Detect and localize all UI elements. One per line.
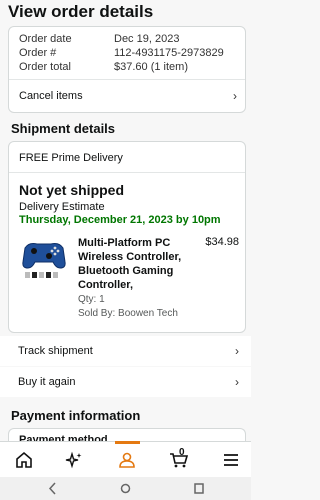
chevron-right-icon: › <box>235 375 239 389</box>
order-total-value: $37.60 (1 item) <box>114 61 188 73</box>
order-total-label: Order total <box>19 61 71 73</box>
shipment-card: FREE Prime Delivery Not yet shipped Deli… <box>8 141 246 333</box>
system-nav-bar <box>0 477 251 500</box>
payment-card[interactable]: Payment method <box>8 428 246 442</box>
order-number-row: Order # 112-4931175-2973829 <box>19 46 224 60</box>
home-icon[interactable] <box>14 450 34 470</box>
shipment-heading: Shipment details <box>11 121 116 136</box>
delivery-estimate-label: Delivery Estimate <box>19 201 105 213</box>
cancel-items-label: Cancel items <box>19 90 83 102</box>
track-shipment-link[interactable]: Track shipment › <box>18 344 239 358</box>
track-shipment-row[interactable]: Track shipment › <box>0 336 251 366</box>
page-title: View order details <box>8 2 154 21</box>
shipment-status: Not yet shipped <box>19 182 125 198</box>
order-total-row: Order total $37.60 (1 item) <box>19 60 224 74</box>
account-icon[interactable] <box>117 450 137 470</box>
delivery-estimate-date: Thursday, December 21, 2023 by 10pm <box>19 214 221 226</box>
order-number-value: 112-4931175-2973829 <box>114 47 224 59</box>
back-nav-icon <box>48 482 56 495</box>
order-info-card: Order date Dec 19, 2023 Order # 112-4931… <box>8 26 246 113</box>
product-seller: Sold By: Boowen Tech <box>78 308 178 319</box>
sparkle-icon[interactable] <box>64 450 84 470</box>
active-tab-indicator <box>115 441 140 444</box>
payment-heading: Payment information <box>11 408 141 423</box>
buy-again-link[interactable]: Buy it again › <box>18 375 239 389</box>
buy-again-row[interactable]: Buy it again › <box>0 367 251 397</box>
shipping-method: FREE Prime Delivery <box>19 152 123 164</box>
product-name-link[interactable]: Multi-Platform PC Wireless Controller, B… <box>78 236 208 292</box>
product-qty: Qty: 1 <box>78 294 105 305</box>
chevron-right-icon: › <box>233 89 237 103</box>
order-info-grid: Order date Dec 19, 2023 Order # 112-4931… <box>19 32 224 74</box>
bottom-nav: 0 <box>0 441 251 477</box>
ship-divider <box>9 172 245 173</box>
buy-again-label: Buy it again <box>18 376 76 388</box>
info-divider <box>9 79 245 80</box>
order-number-label: Order # <box>19 47 57 59</box>
cart-count: 0 <box>179 447 185 458</box>
home-nav-icon <box>120 483 131 494</box>
chevron-right-icon: › <box>235 344 239 358</box>
menu-icon[interactable] <box>221 450 241 470</box>
cancel-items-link[interactable]: Cancel items › <box>19 89 237 103</box>
product-image[interactable] <box>19 234 69 284</box>
product-price: $34.98 <box>205 236 239 248</box>
order-date-label: Order date <box>19 33 72 45</box>
track-shipment-label: Track shipment <box>18 345 93 357</box>
cart-icon[interactable]: 0 <box>169 447 189 470</box>
order-date-value: Dec 19, 2023 <box>114 33 180 45</box>
recents-nav-icon <box>194 483 204 494</box>
order-date-row: Order date Dec 19, 2023 <box>19 32 224 46</box>
